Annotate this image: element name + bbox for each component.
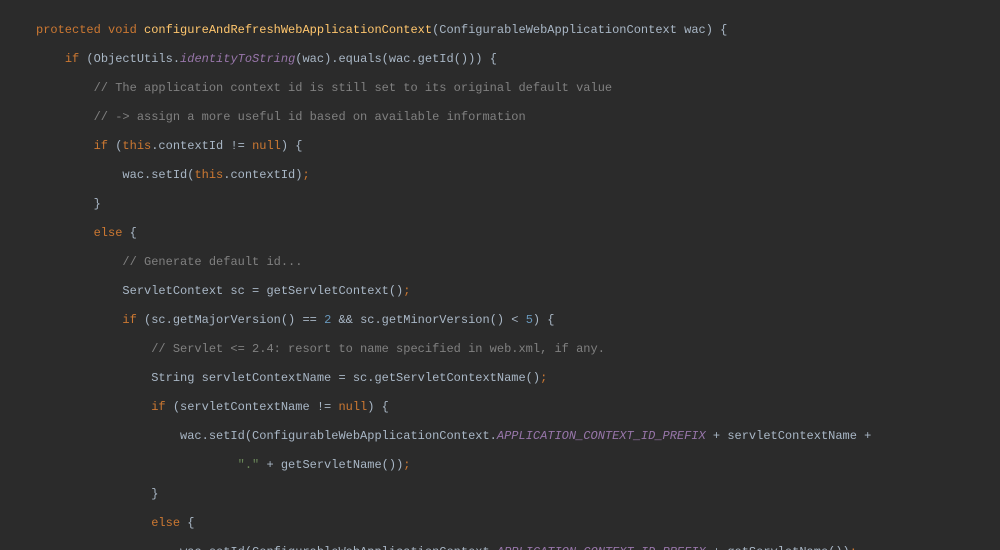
comment: // -> assign a more useful id based on a…	[94, 110, 526, 124]
string: "."	[238, 458, 260, 472]
static-field: APPLICATION_CONTEXT_ID_PREFIX	[497, 429, 706, 443]
code-line[interactable]: String servletContextName = sc.getServle…	[0, 371, 1000, 386]
code-line[interactable]: else {	[0, 226, 1000, 241]
code-line[interactable]: if (ObjectUtils.identityToString(wac).eq…	[0, 52, 1000, 67]
code-line[interactable]: }	[0, 487, 1000, 502]
code-line[interactable]: if (sc.getMajorVersion() == 2 && sc.getM…	[0, 313, 1000, 328]
keyword: null	[338, 400, 367, 414]
keyword: void	[108, 23, 137, 37]
static-field: APPLICATION_CONTEXT_ID_PREFIX	[497, 545, 706, 550]
static-call: identityToString	[180, 52, 295, 66]
code-line[interactable]: // The application context id is still s…	[0, 81, 1000, 96]
keyword: this	[194, 168, 223, 182]
keyword: if	[94, 139, 108, 153]
code-line[interactable]: // Generate default id...	[0, 255, 1000, 270]
method-name: configureAndRefreshWebApplicationContext	[144, 23, 432, 37]
code-line[interactable]: wac.setId(ConfigurableWebApplicationCont…	[0, 429, 1000, 444]
code-line[interactable]: }	[0, 197, 1000, 212]
code-line[interactable]: wac.setId(ConfigurableWebApplicationCont…	[0, 545, 1000, 550]
code-line[interactable]: if (this.contextId != null) {	[0, 139, 1000, 154]
keyword: if	[65, 52, 79, 66]
keyword: if	[151, 400, 165, 414]
keyword: else	[151, 516, 180, 530]
code-editor[interactable]: protected void configureAndRefreshWebApp…	[0, 0, 1000, 550]
code-line[interactable]: wac.setId(this.contextId);	[0, 168, 1000, 183]
code-line[interactable]: // -> assign a more useful id based on a…	[0, 110, 1000, 125]
comment: // Servlet <= 2.4: resort to name specif…	[151, 342, 605, 356]
comment: // The application context id is still s…	[94, 81, 612, 95]
code-line[interactable]: // Servlet <= 2.4: resort to name specif…	[0, 342, 1000, 357]
keyword: null	[252, 139, 281, 153]
keyword: if	[122, 313, 136, 327]
code-line[interactable]: ServletContext sc = getServletContext();	[0, 284, 1000, 299]
code-line[interactable]: else {	[0, 516, 1000, 531]
code-line[interactable]: "." + getServletName());	[0, 458, 1000, 473]
code-line[interactable]: protected void configureAndRefreshWebApp…	[0, 23, 1000, 38]
number: 5	[526, 313, 533, 327]
keyword: else	[94, 226, 123, 240]
code-line[interactable]: if (servletContextName != null) {	[0, 400, 1000, 415]
comment: // Generate default id...	[122, 255, 302, 269]
keyword: this	[122, 139, 151, 153]
keyword: protected	[36, 23, 101, 37]
